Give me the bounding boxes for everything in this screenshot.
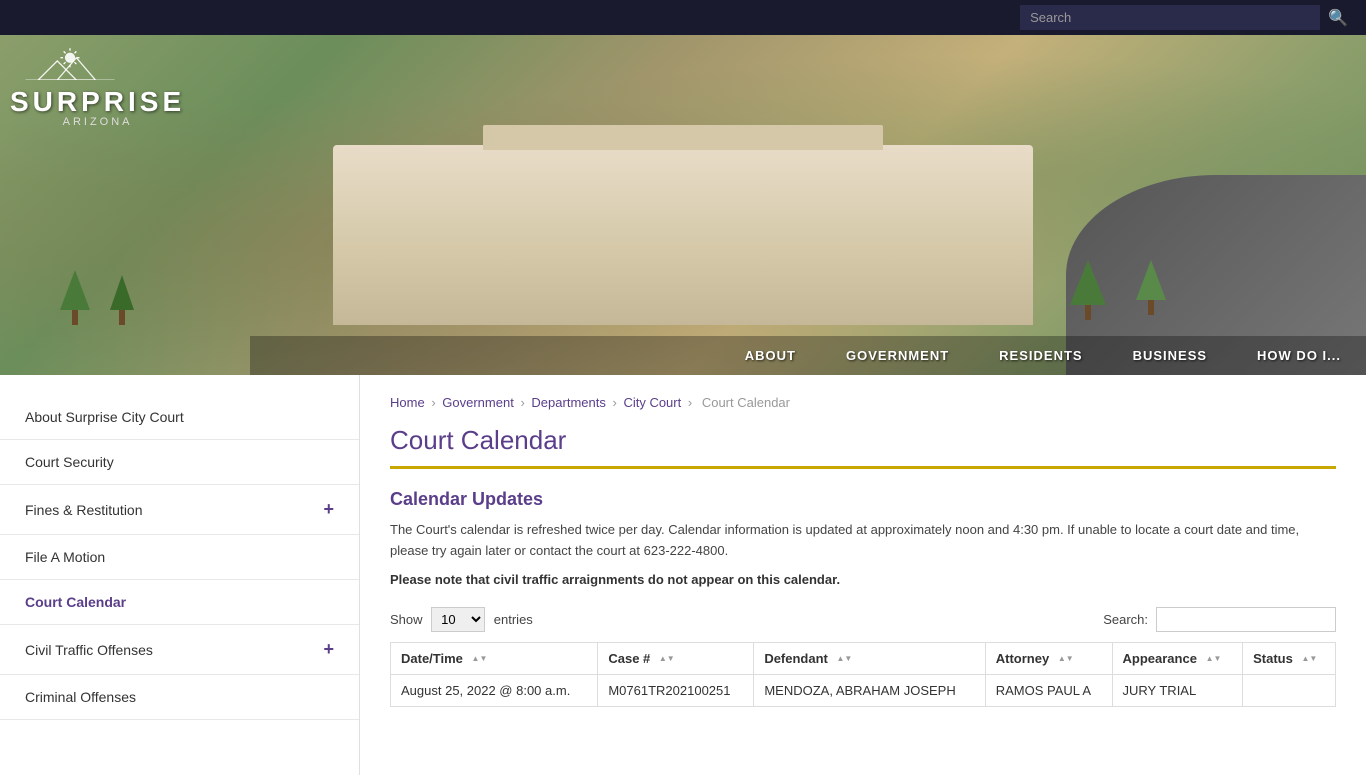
table-row: August 25, 2022 @ 8:00 a.m.M0761TR202100… (391, 674, 1336, 706)
hero-banner: SURPRISE ARIZONA ABOUT GOVERNMENT RESIDE… (0, 35, 1366, 375)
logo-state: ARIZONA (10, 116, 185, 128)
search-input[interactable] (1020, 5, 1320, 30)
col-case: Case # ▲▼ (598, 642, 754, 674)
col-appearance: Appearance ▲▼ (1112, 642, 1243, 674)
table-search-input[interactable] (1156, 607, 1336, 632)
sort-arrows[interactable]: ▲▼ (472, 655, 488, 663)
section-title: Calendar Updates (390, 489, 1336, 510)
table-header-row: Date/Time ▲▼ Case # ▲▼ Defendant ▲▼ Atto… (391, 642, 1336, 674)
breadcrumb: Home › Government › Departments › City C… (390, 395, 1336, 410)
col-status: Status ▲▼ (1243, 642, 1336, 674)
breadcrumb-home[interactable]: Home (390, 395, 425, 410)
hero-building (333, 145, 1033, 325)
sidebar-item-about[interactable]: About Surprise City Court (0, 395, 359, 440)
breadcrumb-departments[interactable]: Departments (531, 395, 605, 410)
calendar-description: The Court's calendar is refreshed twice … (390, 520, 1336, 562)
top-search-bar: 🔍 (0, 0, 1366, 35)
sidebar-item-civil[interactable]: Civil Traffic Offenses + (0, 625, 359, 675)
sidebar-item-criminal[interactable]: Criminal Offenses (0, 675, 359, 720)
sidebar-item-fines[interactable]: Fines & Restitution + (0, 485, 359, 535)
sidebar-item-security[interactable]: Court Security (0, 440, 359, 485)
entries-select[interactable]: 10 25 50 100 (431, 607, 485, 632)
search-label: Search: (1103, 612, 1148, 627)
logo-area: SURPRISE ARIZONA (10, 45, 185, 128)
tree-decoration (60, 270, 90, 325)
nav-item-residents[interactable]: RESIDENTS (974, 336, 1107, 375)
logo-city: SURPRISE (10, 88, 185, 116)
sort-arrows[interactable]: ▲▼ (659, 655, 675, 663)
breadcrumb-government[interactable]: Government (442, 395, 514, 410)
col-attorney: Attorney ▲▼ (985, 642, 1112, 674)
breadcrumb-city-court[interactable]: City Court (623, 395, 681, 410)
logo-icon (10, 45, 130, 80)
sort-arrows[interactable]: ▲▼ (1206, 655, 1222, 663)
tree-decoration (1136, 260, 1166, 315)
nav-item-how-do-i[interactable]: HOW DO I... (1232, 336, 1366, 375)
nav-item-government[interactable]: GOVERNMENT (821, 336, 974, 375)
sidebar-item-calendar[interactable]: Court Calendar (0, 580, 359, 625)
page-title: Court Calendar (390, 425, 1336, 469)
main-nav: ABOUT GOVERNMENT RESIDENTS BUSINESS HOW … (250, 336, 1366, 375)
expand-icon: + (323, 639, 334, 660)
main-layout: About Surprise City Court Court Security… (0, 375, 1366, 775)
sort-arrows[interactable]: ▲▼ (1301, 655, 1317, 663)
table-body: August 25, 2022 @ 8:00 a.m.M0761TR202100… (391, 674, 1336, 706)
nav-item-about[interactable]: ABOUT (720, 336, 821, 375)
col-defendant: Defendant ▲▼ (754, 642, 985, 674)
sort-arrows[interactable]: ▲▼ (1058, 655, 1074, 663)
court-calendar-table: Date/Time ▲▼ Case # ▲▼ Defendant ▲▼ Atto… (390, 642, 1336, 707)
table-search-control: Search: (1103, 607, 1336, 632)
col-datetime: Date/Time ▲▼ (391, 642, 598, 674)
sidebar-item-motion[interactable]: File A Motion (0, 535, 359, 580)
tree-decoration (1070, 260, 1106, 320)
nav-item-business[interactable]: BUSINESS (1108, 336, 1232, 375)
sidebar: About Surprise City Court Court Security… (0, 375, 360, 775)
search-button[interactable]: 🔍 (1320, 3, 1356, 33)
calendar-note: Please note that civil traffic arraignme… (390, 572, 1336, 587)
content-area: Home › Government › Departments › City C… (360, 375, 1366, 775)
breadcrumb-current: Court Calendar (702, 395, 790, 410)
tree-decoration (110, 275, 134, 325)
expand-icon: + (323, 499, 334, 520)
show-entries-control: Show 10 25 50 100 entries (390, 607, 533, 632)
sort-arrows[interactable]: ▲▼ (837, 655, 853, 663)
table-controls: Show 10 25 50 100 entries Search: (390, 607, 1336, 632)
